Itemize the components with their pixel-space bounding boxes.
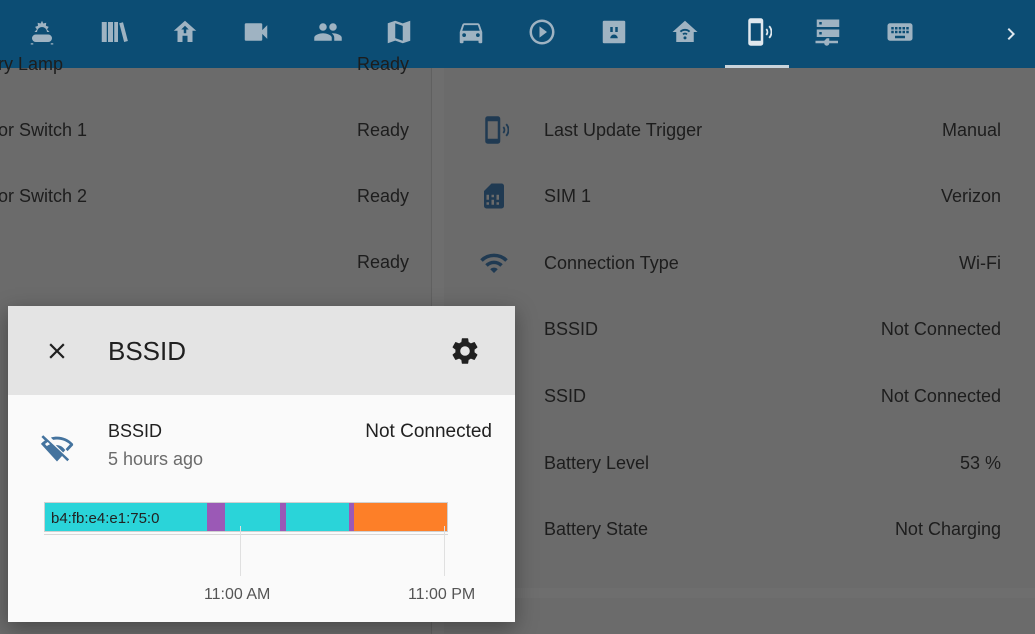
cellphone-wireless-icon xyxy=(478,114,510,146)
entities-card-right: Last Update Trigger Manual SIM 1 Verizon Con… xyxy=(444,68,1035,588)
timeline-segment[interactable] xyxy=(285,503,349,531)
row-label: BSSID xyxy=(544,318,599,339)
tab-7[interactable] xyxy=(507,0,579,68)
row-label: Connection Type xyxy=(544,252,679,273)
row-value: Not Connected xyxy=(880,385,1001,406)
right-row[interactable]: SSID Not Connected xyxy=(444,363,1035,429)
row-value: Verizon xyxy=(940,185,1001,206)
row-value: Not Charging xyxy=(894,518,1001,539)
card-below xyxy=(444,598,1035,634)
row-label: SSID xyxy=(544,385,587,406)
wifi-icon xyxy=(478,247,510,279)
row-value: Ready xyxy=(356,185,409,206)
power-socket-icon xyxy=(599,17,629,52)
more-info-dialog: BSSID BSSID 5 hours ago Not Connected b4… xyxy=(8,306,515,622)
timeline-bar[interactable]: b4:fb:e4:e1:75:0 xyxy=(44,502,448,532)
tab-10[interactable] xyxy=(721,0,793,68)
timeline-tick xyxy=(443,526,445,576)
entity-last-changed: 5 hours ago xyxy=(108,449,204,469)
row-value: Ready xyxy=(356,119,409,140)
timeline-axis: 11:00 AM 11:00 PM xyxy=(44,526,475,603)
row-value: Ready xyxy=(356,251,409,272)
server-network-icon xyxy=(813,17,843,52)
gear-icon[interactable] xyxy=(449,335,481,367)
row-value: Not Connected xyxy=(880,318,1001,339)
left-row[interactable]: oor Switch 2 Ready xyxy=(0,163,431,229)
wifi-off-icon xyxy=(40,431,74,465)
row-label: SIM 1 xyxy=(544,185,592,206)
left-row[interactable]: oor Switch 1 Ready xyxy=(0,97,431,163)
timeline-tick xyxy=(239,526,241,576)
car-icon xyxy=(456,17,486,52)
play-circle-icon xyxy=(527,17,557,52)
right-row[interactable]: Battery State Not Charging xyxy=(444,496,1035,562)
tab-9[interactable] xyxy=(650,0,722,68)
history-timeline: b4:fb:e4:e1:75:0 11:00 AM 11:00 PM xyxy=(44,500,475,603)
cellphone-wireless-icon xyxy=(742,17,773,52)
tab-12[interactable] xyxy=(864,0,936,68)
right-row[interactable]: SIM 1 Verizon xyxy=(444,163,1035,229)
row-label: oor Switch 1 xyxy=(0,119,88,140)
dialog-header: BSSID xyxy=(8,306,515,395)
keyboard-icon xyxy=(885,17,915,52)
entity-state: Not Connected xyxy=(365,421,492,442)
sim-card-icon xyxy=(478,180,510,212)
row-value: Manual xyxy=(941,119,1001,140)
dialog-title: BSSID xyxy=(108,336,187,366)
row-value: Ready xyxy=(356,53,409,74)
home-wifi-icon xyxy=(670,17,700,52)
entity-name: BSSID xyxy=(108,421,163,441)
right-row[interactable]: Battery Level 53 % xyxy=(444,430,1035,496)
row-value: Wi-Fi xyxy=(959,252,1001,273)
close-icon[interactable] xyxy=(44,338,70,364)
tab-6[interactable] xyxy=(435,0,507,68)
right-row[interactable]: Last Update Trigger Manual xyxy=(444,97,1035,163)
tab-8[interactable] xyxy=(578,0,650,68)
timeline-tick-label: 11:00 AM xyxy=(203,586,271,603)
row-label: Last Update Trigger xyxy=(544,119,703,140)
row-label: Battery Level xyxy=(544,452,650,473)
timeline-segment[interactable] xyxy=(206,503,225,531)
row-label: Battery State xyxy=(544,518,649,539)
left-row[interactable]: ory Lamp Ready xyxy=(0,31,431,97)
timeline-segment[interactable] xyxy=(224,503,281,531)
tab-11[interactable] xyxy=(793,0,865,68)
timeline-state-label: b4:fb:e4:e1:75:0 xyxy=(51,510,160,527)
row-label: oor Switch 2 xyxy=(0,185,88,206)
timeline-segment[interactable] xyxy=(354,503,447,531)
left-row[interactable]: Ready xyxy=(0,229,431,295)
right-row[interactable]: BSSID Not Connected xyxy=(444,296,1035,362)
right-row[interactable]: Connection Type Wi-Fi xyxy=(444,230,1035,296)
timeline-tick-label: 11:00 PM xyxy=(407,586,476,603)
chevron-right-icon[interactable] xyxy=(987,0,1035,68)
row-value: 53 % xyxy=(959,452,1001,473)
row-label: ory Lamp xyxy=(0,53,64,74)
